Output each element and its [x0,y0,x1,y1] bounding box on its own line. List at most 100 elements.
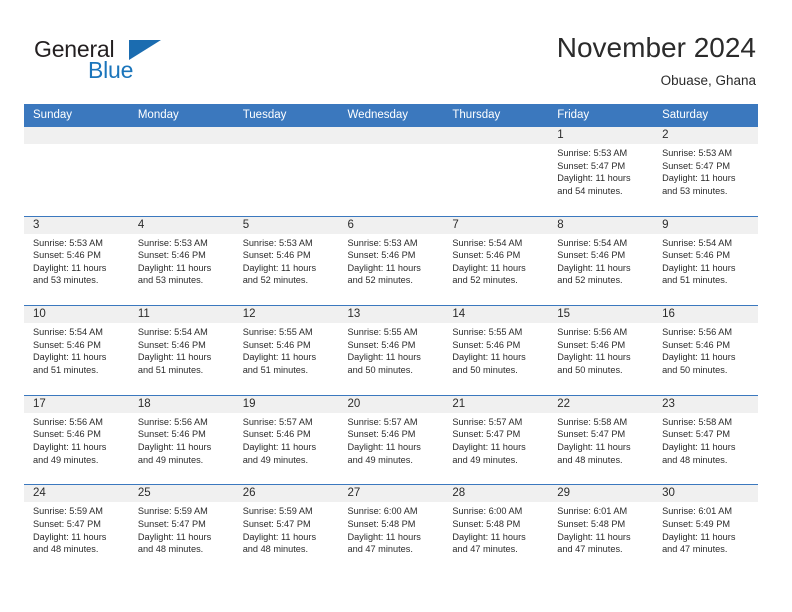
day-info: Sunrise: 5:56 AM Sunset: 5:46 PM Dayligh… [129,413,234,466]
daylight-text: Daylight: 11 hours and 51 minutes. [137,352,212,375]
day-info: Sunrise: 6:00 AM Sunset: 5:48 PM Dayligh… [443,502,548,555]
sunset-text: Sunset: 5:48 PM [557,518,626,529]
day-cell[interactable]: 7 Sunrise: 5:54 AM Sunset: 5:46 PM Dayli… [443,215,549,306]
daylight-text: Daylight: 11 hours and 48 minutes. [137,531,212,555]
day-cell [338,126,444,216]
day-cell[interactable]: 1 Sunrise: 5:53 AM Sunset: 5:47 PM Dayli… [548,126,654,216]
daylight-text: Daylight: 11 hours and 49 minutes. [452,441,526,465]
day-cell[interactable]: 25 Sunrise: 5:59 AM Sunset: 5:47 PM Dayl… [128,484,234,574]
sunrise-text: Sunrise: 5:53 AM [137,237,208,248]
day-cell[interactable]: 24 Sunrise: 5:59 AM Sunset: 5:47 PM Dayl… [24,484,129,574]
day-number: 30 [653,485,758,503]
day-cell[interactable]: 9 Sunrise: 5:54 AM Sunset: 5:46 PM Dayli… [653,215,758,306]
sunrise-text: Sunrise: 5:54 AM [33,327,103,338]
sunrise-text: Sunrise: 5:58 AM [662,416,733,427]
day-number: 20 [338,395,444,413]
day-number: 16 [653,306,758,324]
day-cell[interactable]: 20 Sunrise: 5:57 AM Sunset: 5:46 PM Dayl… [338,394,444,485]
day-cell[interactable]: 4 Sunrise: 5:53 AM Sunset: 5:46 PM Dayli… [128,215,234,306]
day-cell[interactable]: 15 Sunrise: 5:56 AM Sunset: 5:46 PM Dayl… [548,305,654,395]
daylight-text: Daylight: 11 hours and 53 minutes. [33,262,107,286]
day-info: Sunrise: 5:57 AM Sunset: 5:46 PM Dayligh… [339,413,444,466]
day-cell[interactable]: 8 Sunrise: 5:54 AM Sunset: 5:46 PM Dayli… [548,215,654,306]
day-info: Sunrise: 6:00 AM Sunset: 5:48 PM Dayligh… [339,502,444,555]
day-cell[interactable]: 3 Sunrise: 5:53 AM Sunset: 5:46 PM Dayli… [24,215,129,306]
day-info: Sunrise: 5:53 AM Sunset: 5:46 PM Dayligh… [339,234,444,287]
day-number: 27 [338,485,444,503]
day-cell[interactable]: 12 Sunrise: 5:55 AM Sunset: 5:46 PM Dayl… [233,305,339,395]
day-cell[interactable]: 18 Sunrise: 5:56 AM Sunset: 5:46 PM Dayl… [128,394,234,485]
sunset-text: Sunset: 5:46 PM [557,250,626,261]
sunrise-text: Sunrise: 5:58 AM [557,416,628,427]
day-number [233,127,339,144]
day-cell[interactable]: 30 Sunrise: 6:01 AM Sunset: 5:49 PM Dayl… [653,484,758,574]
sunset-text: Sunset: 5:46 PM [137,339,206,350]
day-number: 1 [548,127,654,144]
day-cell[interactable]: 5 Sunrise: 5:53 AM Sunset: 5:46 PM Dayli… [233,215,339,306]
day-cell [128,126,234,216]
day-info: Sunrise: 5:56 AM Sunset: 5:46 PM Dayligh… [548,323,653,376]
sunrise-text: Sunrise: 5:59 AM [242,506,313,517]
day-cell[interactable]: 14 Sunrise: 5:55 AM Sunset: 5:46 PM Dayl… [443,305,549,395]
daylight-text: Daylight: 11 hours and 47 minutes. [662,531,736,555]
day-number: 29 [548,485,654,503]
day-info: Sunrise: 5:53 AM Sunset: 5:46 PM Dayligh… [24,234,129,287]
day-number: 24 [24,485,129,503]
day-cell[interactable]: 26 Sunrise: 5:59 AM Sunset: 5:47 PM Dayl… [233,484,339,574]
daylight-text: Daylight: 11 hours and 48 minutes. [662,441,736,465]
day-cell[interactable]: 29 Sunrise: 6:01 AM Sunset: 5:48 PM Dayl… [548,484,654,574]
sunset-text: Sunset: 5:47 PM [452,429,521,440]
day-cell[interactable]: 10 Sunrise: 5:54 AM Sunset: 5:46 PM Dayl… [24,305,129,395]
sunrise-text: Sunrise: 5:55 AM [452,327,523,338]
day-cell[interactable]: 27 Sunrise: 6:00 AM Sunset: 5:48 PM Dayl… [338,484,444,574]
day-cell[interactable]: 19 Sunrise: 5:57 AM Sunset: 5:46 PM Dayl… [233,394,339,485]
brand-name-blue: Blue [88,57,134,83]
sunset-text: Sunset: 5:46 PM [557,339,626,350]
day-cell[interactable]: 13 Sunrise: 5:55 AM Sunset: 5:46 PM Dayl… [338,305,444,395]
sunrise-text: Sunrise: 5:54 AM [452,237,523,248]
daylight-text: Daylight: 11 hours and 52 minutes. [557,262,631,286]
sunset-text: Sunset: 5:49 PM [662,518,730,529]
day-cell[interactable]: 28 Sunrise: 6:00 AM Sunset: 5:48 PM Dayl… [443,484,549,574]
day-cell [24,126,129,216]
daylight-text: Daylight: 11 hours and 47 minutes. [557,531,631,555]
sunrise-text: Sunrise: 5:53 AM [557,148,628,158]
day-cell[interactable]: 2 Sunrise: 5:53 AM Sunset: 5:47 PM Dayli… [653,126,758,216]
day-cell[interactable]: 23 Sunrise: 5:58 AM Sunset: 5:47 PM Dayl… [653,394,758,485]
daylight-text: Daylight: 11 hours and 49 minutes. [33,441,107,465]
sunrise-text: Sunrise: 5:57 AM [452,416,523,427]
day-cell[interactable]: 22 Sunrise: 5:58 AM Sunset: 5:47 PM Dayl… [548,394,654,485]
daylight-text: Daylight: 11 hours and 49 minutes. [347,441,421,465]
sunset-text: Sunset: 5:47 PM [33,518,101,529]
title-block: November 2024 Obuase, Ghana [557,30,756,91]
day-number: 10 [24,306,129,324]
day-info: Sunrise: 5:53 AM Sunset: 5:46 PM Dayligh… [234,234,339,287]
weekday-header-row: Sunday Monday Tuesday Wednesday Thursday… [24,104,758,126]
sunrise-text: Sunrise: 5:53 AM [347,237,418,248]
sunrise-text: Sunrise: 5:57 AM [347,416,418,427]
day-cell[interactable]: 6 Sunrise: 5:53 AM Sunset: 5:46 PM Dayli… [338,215,444,306]
brand-logo[interactable]: General Blue [34,36,214,92]
day-number: 18 [128,395,234,413]
sunrise-text: Sunrise: 5:57 AM [242,416,313,427]
day-number: 26 [233,485,339,503]
sunset-text: Sunset: 5:47 PM [662,429,730,440]
sunset-text: Sunset: 5:48 PM [347,518,416,529]
day-cell[interactable]: 17 Sunrise: 5:56 AM Sunset: 5:46 PM Dayl… [24,394,129,485]
day-info: Sunrise: 5:53 AM Sunset: 5:47 PM Dayligh… [653,144,758,197]
day-info: Sunrise: 5:57 AM Sunset: 5:46 PM Dayligh… [234,413,339,466]
daylight-text: Daylight: 11 hours and 52 minutes. [452,262,526,286]
day-cell[interactable]: 21 Sunrise: 5:57 AM Sunset: 5:47 PM Dayl… [443,394,549,485]
daylight-text: Daylight: 11 hours and 52 minutes. [347,262,421,286]
day-cell[interactable]: 11 Sunrise: 5:54 AM Sunset: 5:46 PM Dayl… [128,305,234,395]
day-cell[interactable]: 16 Sunrise: 5:56 AM Sunset: 5:46 PM Dayl… [653,305,758,395]
day-number: 2 [653,127,758,144]
daylight-text: Daylight: 11 hours and 54 minutes. [557,173,631,196]
sunset-text: Sunset: 5:46 PM [347,250,416,261]
week-row: 24 Sunrise: 5:59 AM Sunset: 5:47 PM Dayl… [24,484,758,574]
sunrise-text: Sunrise: 5:55 AM [242,327,313,338]
day-info: Sunrise: 5:54 AM Sunset: 5:46 PM Dayligh… [443,234,548,287]
day-info: Sunrise: 5:59 AM Sunset: 5:47 PM Dayligh… [129,502,234,555]
calendar-grid: Sunday Monday Tuesday Wednesday Thursday… [24,104,758,574]
sunset-text: Sunset: 5:48 PM [452,518,521,529]
